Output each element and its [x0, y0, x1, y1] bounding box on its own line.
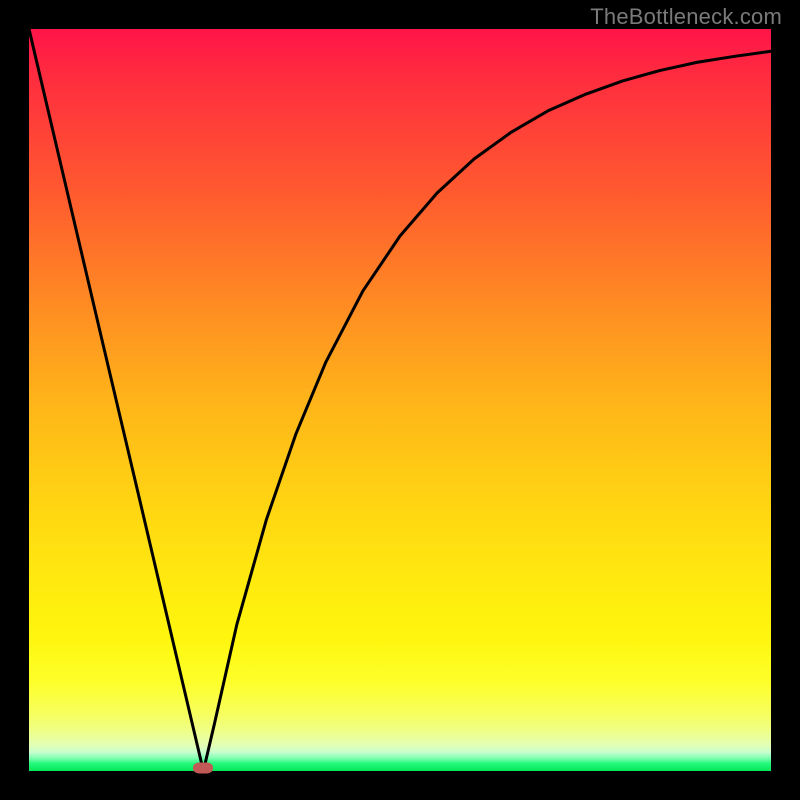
minimum-marker	[193, 763, 213, 774]
curve-layer	[29, 29, 771, 771]
bottleneck-curve	[29, 29, 771, 771]
chart-container: TheBottleneck.com	[0, 0, 800, 800]
attribution-text: TheBottleneck.com	[590, 4, 782, 30]
plot-area	[29, 29, 771, 771]
